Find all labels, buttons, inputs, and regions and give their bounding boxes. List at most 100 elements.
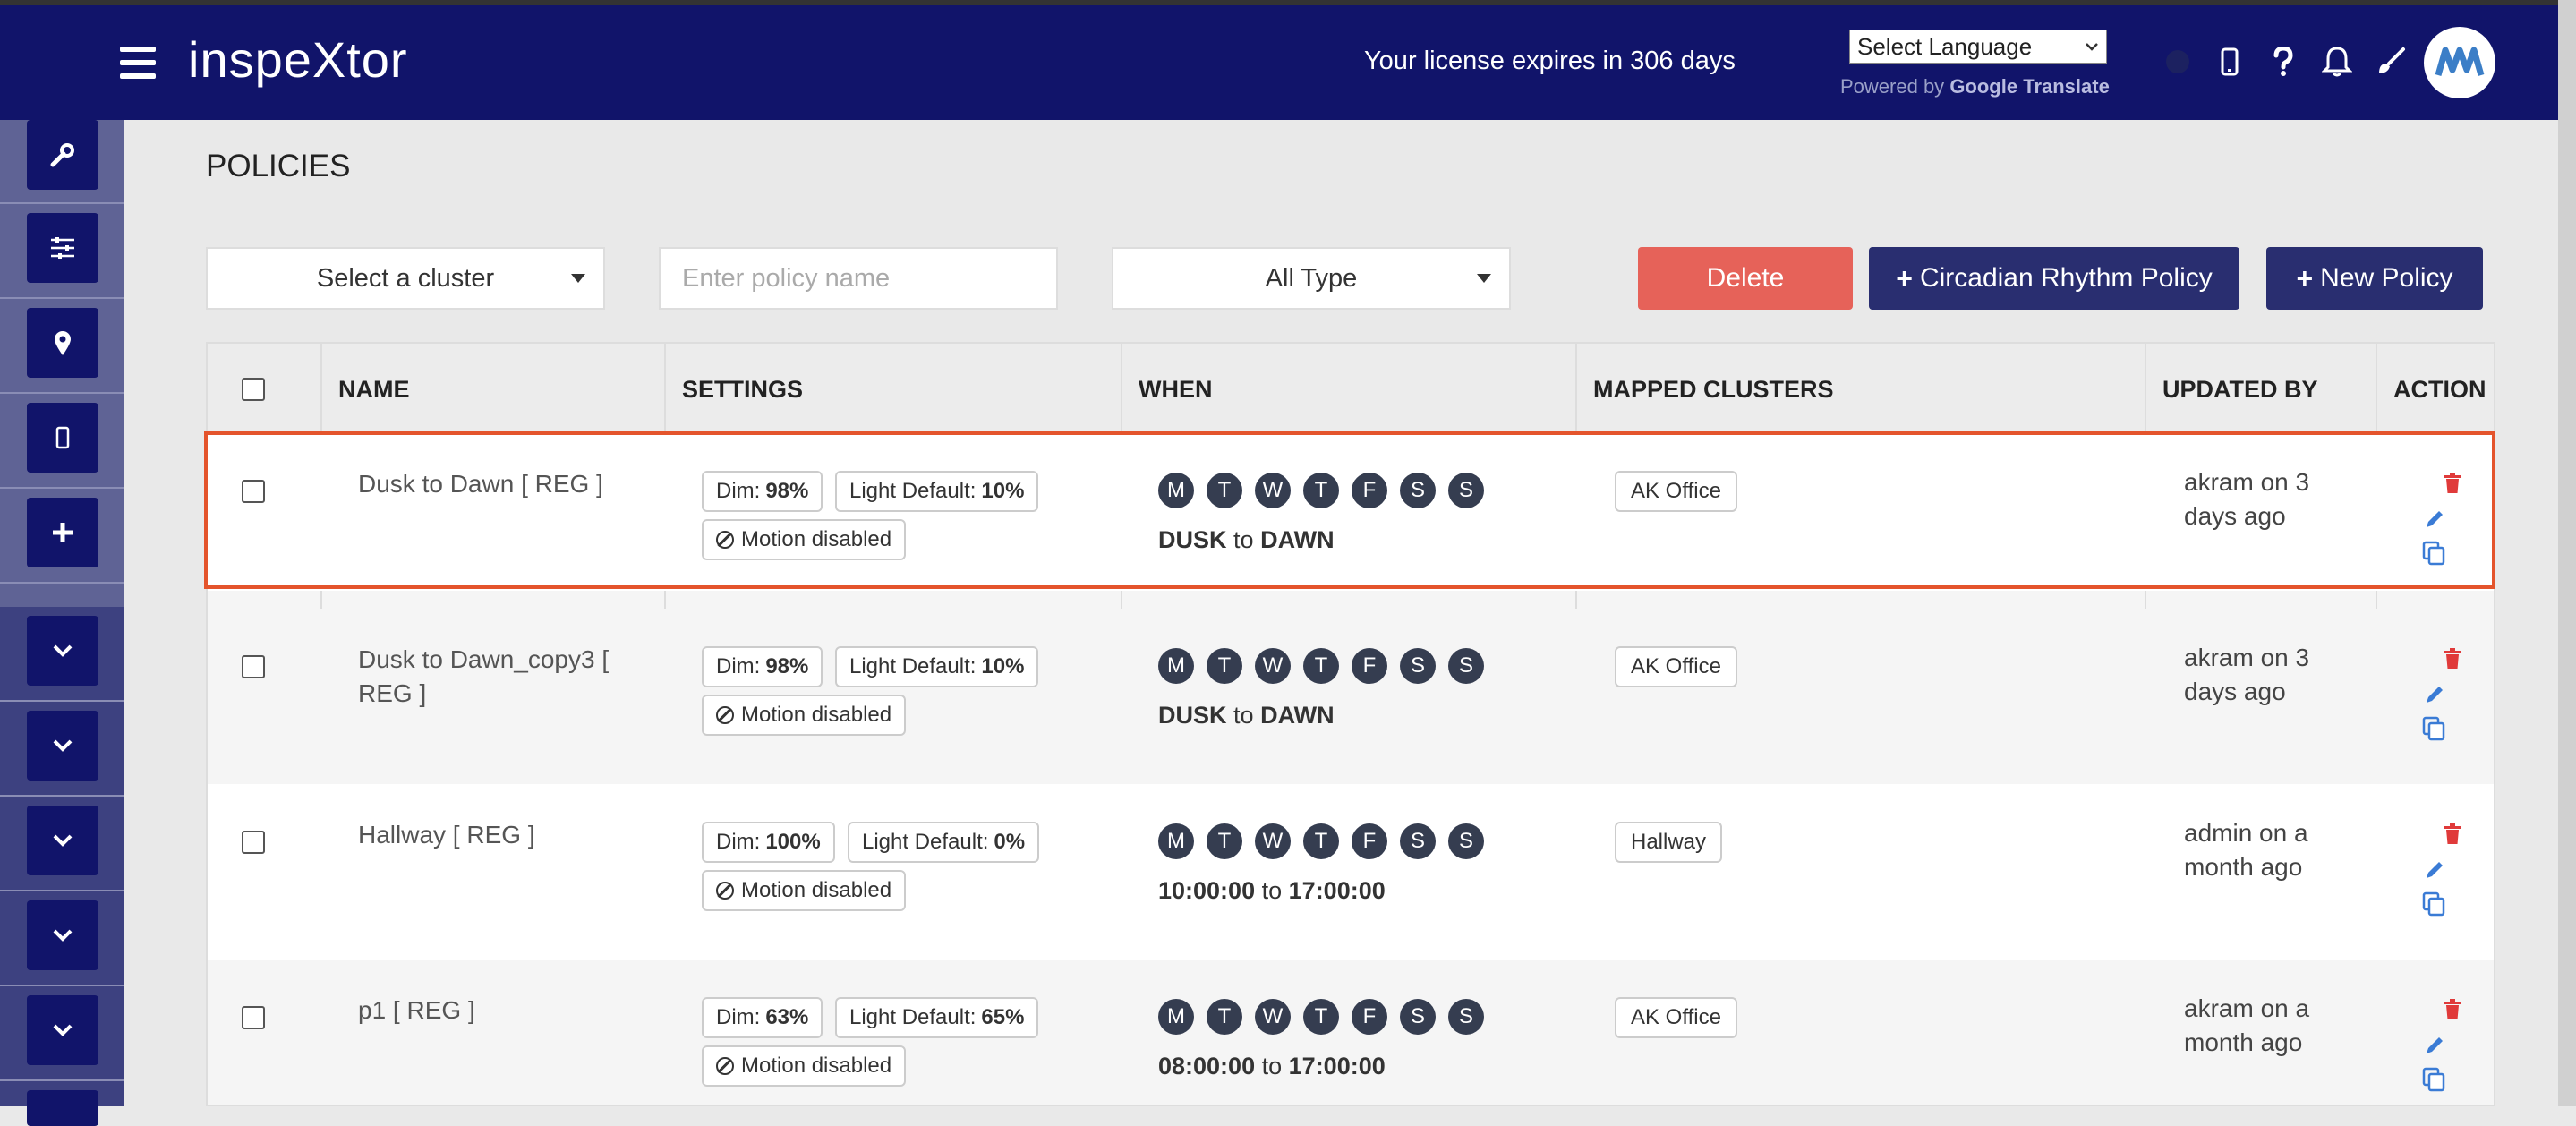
light-default-value: 0% [994, 830, 1026, 854]
table-header: NAME SETTINGS WHEN MAPPED CLUSTERS UPDAT… [208, 344, 2494, 435]
map-pin-icon[interactable] [27, 308, 98, 378]
weekday-chip: T [1207, 999, 1242, 1035]
cluster-select-value: Select a cluster [316, 263, 495, 293]
weekday-chip: F [1352, 648, 1387, 684]
chevron-down-icon[interactable] [27, 806, 98, 875]
column-header-updated-by[interactable]: UPDATED BY [2162, 376, 2318, 404]
dim-chip: Dim: 98% [702, 646, 823, 687]
weekday-chip: W [1255, 823, 1291, 859]
trash-icon[interactable] [2444, 999, 2461, 1025]
wrench-icon[interactable] [27, 120, 98, 190]
schedule-from: 08:00:00 [1158, 1053, 1256, 1079]
column-header-settings[interactable]: SETTINGS [682, 376, 803, 404]
row-checkbox[interactable] [242, 831, 265, 854]
policy-name[interactable]: Hallway [ REG ] [358, 818, 644, 852]
policy-name-input[interactable] [659, 247, 1058, 310]
weekday-chip: M [1158, 999, 1194, 1035]
circadian-button-label: Circadian Rhythm Policy [1919, 263, 2213, 293]
table-row[interactable]: Hallway [ REG ] Dim: 100% Light Default: 0… [208, 784, 2494, 960]
dim-label: Dim: [716, 830, 761, 854]
weekday-chip: S [1448, 999, 1484, 1035]
light-default-chip: Light Default: 10% [835, 646, 1039, 687]
weekday-chip: T [1303, 648, 1339, 684]
google-logo: Google [1949, 75, 2018, 98]
delete-button[interactable]: Delete [1638, 247, 1853, 310]
brush-icon[interactable] [2370, 41, 2411, 82]
copy-icon[interactable] [2422, 716, 2445, 746]
light-default-chip: Light Default: 65% [835, 997, 1039, 1038]
trash-icon[interactable] [2444, 648, 2461, 674]
mapped-cluster-badge: AK Office [1615, 646, 1737, 687]
updated-by: akram on 3 days ago [2184, 644, 2310, 705]
circadian-rhythm-policy-button[interactable]: + Circadian Rhythm Policy [1869, 247, 2239, 310]
weekday-chips: MTWTFSS [1158, 823, 1497, 859]
chevron-down-icon[interactable] [27, 711, 98, 781]
table-row[interactable]: Dusk to Dawn_copy3 [ REG ] Dim: 98% Light… [208, 609, 2494, 784]
row-checkbox[interactable] [242, 655, 265, 678]
weekday-chip: S [1400, 999, 1436, 1035]
row-checkbox[interactable] [242, 1006, 265, 1029]
policy-name[interactable]: p1 [ REG ] [358, 994, 644, 1028]
language-select[interactable]: Select Language [1849, 30, 2107, 64]
delete-button-label: Delete [1706, 263, 1785, 293]
edit-pencil-icon[interactable] [2424, 1035, 2445, 1061]
column-header-name[interactable]: NAME [338, 376, 410, 404]
help-icon[interactable] [2263, 41, 2304, 82]
schedule-time: 10:00:00 to 17:00:00 [1158, 877, 1386, 905]
chevron-down-icon[interactable] [27, 900, 98, 970]
dim-label: Dim: [716, 1005, 761, 1029]
chevron-down-icon[interactable] [27, 616, 98, 686]
mobile-icon[interactable] [27, 403, 98, 473]
weekday-chip: T [1207, 823, 1242, 859]
light-default-label: Light Default: [849, 654, 977, 678]
light-default-chip: Light Default: 0% [848, 822, 1040, 863]
chevron-down-icon [2086, 43, 2098, 51]
copy-icon[interactable] [2422, 891, 2445, 921]
dim-value: 100% [765, 830, 821, 854]
cluster-select[interactable]: Select a cluster [206, 247, 605, 310]
dim-value: 63% [765, 1005, 809, 1029]
powered-by-label: Powered by [1840, 75, 1945, 98]
language-select-value: Select Language [1857, 32, 2033, 60]
chevron-down-icon[interactable] [27, 995, 98, 1065]
brand-title: inspeXtor [188, 31, 408, 88]
select-all-checkbox[interactable] [242, 378, 265, 401]
plus-icon[interactable] [27, 498, 98, 567]
dim-label: Dim: [716, 654, 761, 678]
copy-icon[interactable] [2422, 1067, 2445, 1096]
dim-chip: Dim: 100% [702, 822, 835, 863]
weekday-chips: MTWTFSS [1158, 999, 1497, 1035]
weekday-chip: W [1255, 648, 1291, 684]
trash-icon[interactable] [2444, 823, 2461, 849]
weekday-chip: F [1352, 999, 1387, 1035]
avatar[interactable] [2424, 27, 2495, 98]
table-row[interactable]: p1 [ REG ] Dim: 63% Light Default: 65% Mot… [208, 960, 2494, 1105]
edit-pencil-icon[interactable] [2424, 859, 2445, 885]
motion-disabled-icon [716, 882, 734, 900]
bell-icon[interactable] [2316, 41, 2358, 82]
page-title: POLICIES [206, 149, 351, 183]
translate-link[interactable]: Translate [2023, 75, 2110, 98]
sidebar-item-partial[interactable] [27, 1090, 98, 1126]
policy-name[interactable]: Dusk to Dawn_copy3 [ REG ] [358, 643, 644, 711]
type-select[interactable]: All Type [1112, 247, 1511, 310]
weekday-chip: S [1400, 823, 1436, 859]
weekday-chip: T [1303, 823, 1339, 859]
hamburger-menu-icon[interactable] [120, 47, 156, 79]
column-header-when[interactable]: WHEN [1139, 376, 1213, 404]
new-policy-button[interactable]: + New Policy [2266, 247, 2483, 310]
schedule-to-word: to [1261, 877, 1283, 904]
motion-chip: Motion disabled [702, 695, 907, 736]
schedule-to-word: to [1261, 1053, 1283, 1079]
caret-down-icon [571, 274, 585, 283]
status-dot [2166, 50, 2189, 73]
highlighted-row-outline [204, 431, 2495, 589]
edit-pencil-icon[interactable] [2424, 684, 2445, 710]
mobile-icon[interactable] [2209, 41, 2250, 82]
motion-disabled-icon [716, 706, 734, 724]
page-scrollbar[interactable] [2558, 0, 2576, 1106]
weekday-chip: W [1255, 999, 1291, 1035]
weekday-chip: M [1158, 648, 1194, 684]
sliders-icon[interactable] [27, 213, 98, 283]
column-header-mapped-clusters[interactable]: MAPPED CLUSTERS [1593, 376, 1834, 404]
